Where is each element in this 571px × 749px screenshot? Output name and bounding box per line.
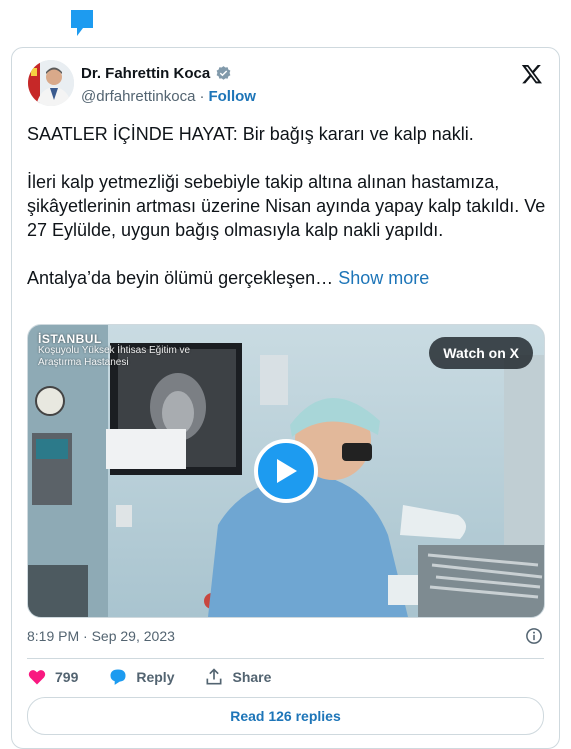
- hospital-badge: İSTANBUL Koşuyolu Yüksek İhtisas Eğitim …: [38, 333, 190, 369]
- tweet-time: 8:19 PM: [27, 628, 80, 644]
- tweet-date: Sep 29, 2023: [91, 628, 175, 644]
- play-icon: [277, 459, 297, 483]
- like-count: 799: [55, 669, 79, 685]
- tweet-paragraph-2: İleri kalp yetmezliği sebebiyle takip al…: [27, 172, 546, 240]
- author-name-row: Dr. Fahrettin Koca: [81, 65, 232, 82]
- badge-line-2: Araştırma Hastanesi: [38, 357, 129, 368]
- video-player[interactable]: İSTANBUL Koşuyolu Yüksek İhtisas Eğitim …: [27, 324, 545, 618]
- reply-bubble-icon: [110, 669, 126, 685]
- follow-link[interactable]: Follow: [208, 88, 256, 105]
- tweet-card: Dr. Fahrettin Koca @drfahrettinkoca · Foll…: [11, 47, 560, 749]
- tweet-line-1: SAATLER İÇİNDE HAYAT: Bir bağış kararı v…: [27, 124, 474, 144]
- share-label: Share: [232, 669, 272, 685]
- action-bar: 799 Reply Share: [27, 667, 301, 687]
- author-name[interactable]: Dr. Fahrettin Koca: [81, 65, 210, 82]
- tweet-text: SAATLER İÇİNDE HAYAT: Bir bağış kararı v…: [27, 122, 547, 290]
- timestamp-separator: ·: [83, 628, 88, 644]
- comment-bubble-icon: [71, 10, 93, 36]
- badge-city: İSTANBUL: [38, 332, 102, 346]
- tweet-paragraph-3: Antalya’da beyin ölümü gerçekleşen… Show…: [27, 266, 547, 290]
- x-logo-icon[interactable]: [521, 63, 543, 85]
- avatar[interactable]: [28, 60, 74, 106]
- like-button[interactable]: 799: [27, 667, 78, 687]
- info-icon[interactable]: [525, 627, 543, 645]
- author-handle[interactable]: @drfahrettinkoca: [81, 88, 195, 105]
- read-replies-button[interactable]: Read 126 replies: [27, 697, 544, 735]
- handle-row: @drfahrettinkoca · Follow: [81, 88, 256, 105]
- show-more-link[interactable]: Show more: [338, 268, 429, 288]
- share-button[interactable]: Share: [204, 667, 271, 687]
- play-button[interactable]: [254, 439, 318, 503]
- reply-label: Reply: [136, 669, 175, 685]
- reply-button[interactable]: Reply: [108, 667, 174, 687]
- share-icon: [206, 668, 222, 685]
- divider: [27, 658, 544, 659]
- tweet-truncated-text: Antalya’da beyin ölümü gerçekleşen…: [27, 268, 334, 288]
- verified-badge-icon: [216, 66, 231, 80]
- tweet-timestamp[interactable]: 8:19 PM · Sep 29, 2023: [27, 628, 175, 644]
- separator: ·: [199, 88, 205, 105]
- watch-on-x-button[interactable]: Watch on X: [429, 337, 533, 369]
- badge-line-1: Koşuyolu Yüksek İhtisas Eğitim ve: [38, 345, 191, 356]
- heart-icon: [28, 670, 46, 685]
